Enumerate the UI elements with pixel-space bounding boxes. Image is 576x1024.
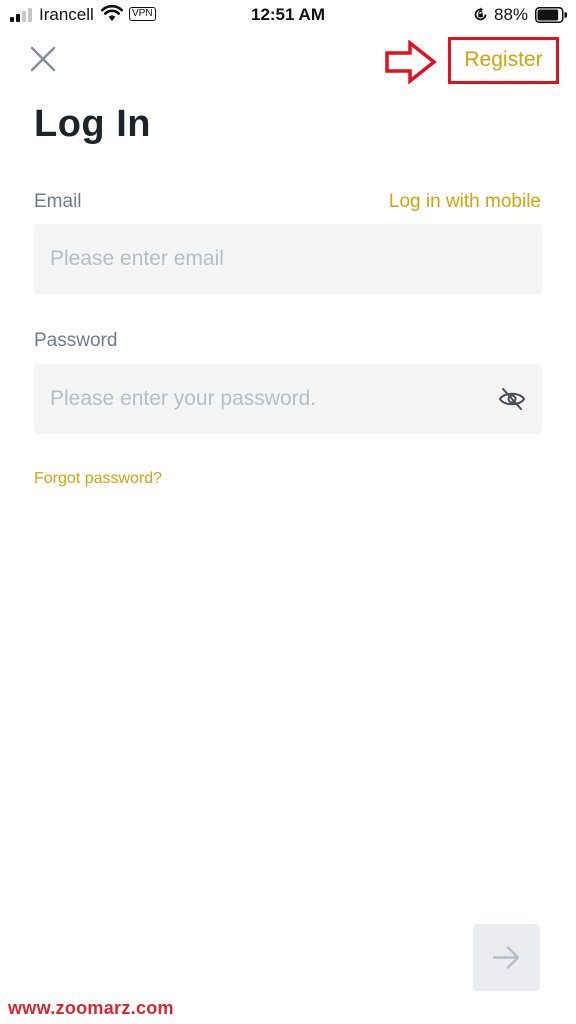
email-field-container [34,224,542,294]
password-label: Password [34,330,118,351]
status-time: 12:51 AM [250,5,325,24]
email-label: Email [34,191,82,212]
arrow-right-icon [492,946,520,969]
password-field-container [34,364,542,434]
orientation-lock-icon [474,7,487,21]
email-field[interactable] [50,224,526,294]
eye-off-icon[interactable] [498,386,526,412]
forgot-password-link[interactable]: Forgot password? [34,470,162,488]
battery-icon [535,7,567,23]
close-icon[interactable] [27,43,59,75]
password-field[interactable] [50,364,480,434]
login-with-mobile-link[interactable]: Log in with mobile [389,191,541,213]
next-button[interactable] [473,924,540,991]
annotation-arrow-icon [385,40,437,84]
register-button[interactable]: Register [448,37,559,84]
battery-percent: 88% [494,5,529,24]
status-bar: Irancell VPN 12:51 AM 88% [0,0,576,30]
page-title: Log In [34,103,151,145]
site-watermark: www.zoomarz.com [8,998,174,1018]
